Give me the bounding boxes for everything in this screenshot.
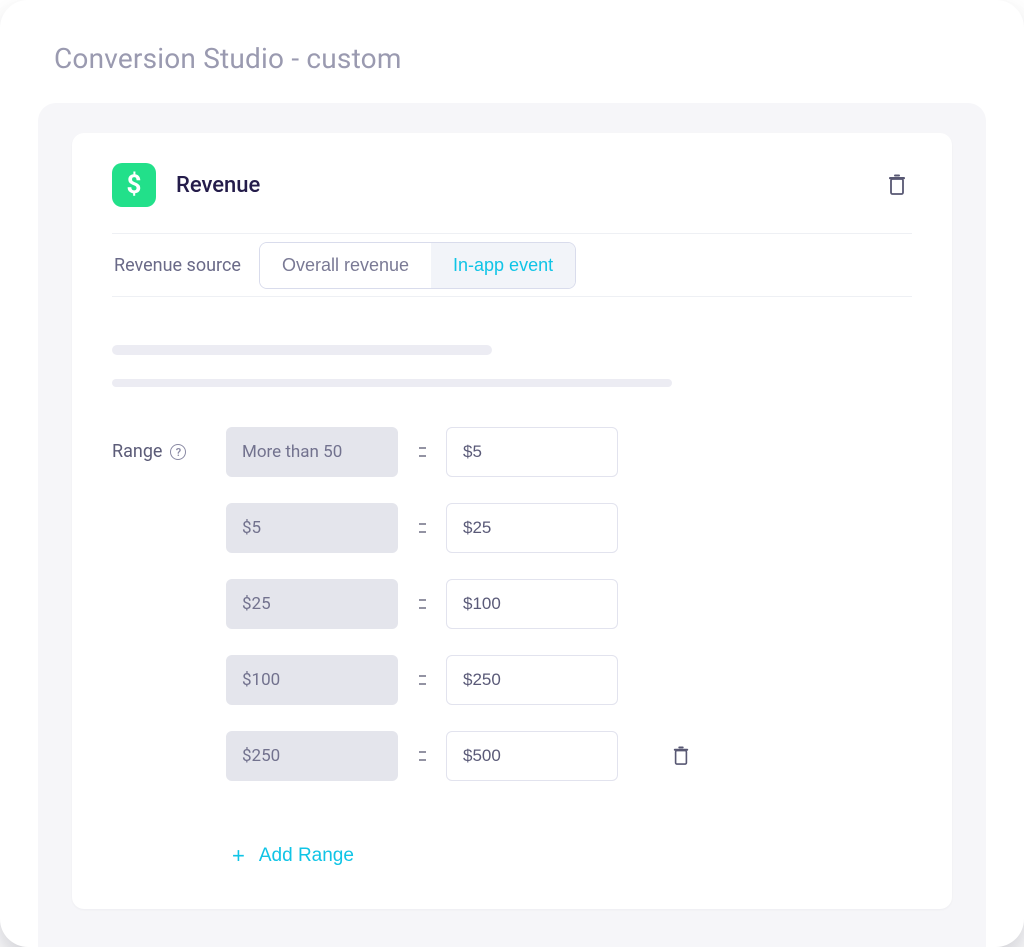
source-option-overall[interactable]: Overall revenue — [260, 243, 431, 288]
card-title: Revenue — [176, 173, 862, 198]
range-to-input[interactable] — [463, 594, 601, 614]
skeleton-line — [112, 345, 492, 355]
range-row: $250 — [226, 731, 696, 781]
range-label: Range ? — [112, 427, 208, 869]
range-separator-icon — [418, 751, 426, 760]
range-from-field: $25 — [226, 579, 398, 629]
range-to-field[interactable] — [446, 427, 618, 477]
range-to-field[interactable] — [446, 503, 618, 553]
range-to-field[interactable] — [446, 579, 618, 629]
range-to-input[interactable] — [463, 670, 601, 690]
range-from-field: $5 — [226, 503, 398, 553]
help-icon[interactable]: ? — [170, 444, 186, 460]
add-range-button[interactable]: + Add Range — [232, 843, 696, 869]
revenue-source-row: Revenue source Overall revenue In-app ev… — [112, 233, 912, 297]
range-separator-icon — [418, 523, 426, 532]
trash-icon — [672, 746, 690, 766]
delete-range-button[interactable] — [666, 741, 696, 771]
range-from-field: $250 — [226, 731, 398, 781]
dollar-glyph: $ — [127, 172, 142, 198]
range-separator-icon — [418, 599, 426, 608]
range-row: More than 50 — [226, 427, 696, 477]
card-header: $ Revenue — [112, 163, 912, 233]
source-option-inapp[interactable]: In-app event — [431, 243, 575, 288]
add-range-label: Add Range — [259, 845, 354, 867]
plus-icon: + — [232, 843, 245, 869]
range-label-text: Range — [112, 441, 162, 462]
range-row: $25 — [226, 579, 696, 629]
range-to-input[interactable] — [463, 518, 601, 538]
range-to-input[interactable] — [463, 442, 601, 462]
trash-icon — [887, 174, 907, 196]
range-to-field[interactable] — [446, 655, 618, 705]
range-from-field: More than 50 — [226, 427, 398, 477]
range-section: Range ? More than 50 $5 — [112, 427, 912, 869]
delete-card-button[interactable] — [882, 170, 912, 200]
revenue-card: $ Revenue Revenue source Overall revenue… — [72, 133, 952, 909]
content-panel: $ Revenue Revenue source Overall revenue… — [38, 103, 986, 947]
dollar-icon: $ — [112, 163, 156, 207]
range-row: $100 — [226, 655, 696, 705]
range-from-field: $100 — [226, 655, 398, 705]
revenue-source-label: Revenue source — [112, 255, 241, 276]
range-separator-icon — [418, 675, 426, 684]
range-row: $5 — [226, 503, 696, 553]
range-to-input[interactable] — [463, 746, 601, 766]
page-title: Conversion Studio - custom — [0, 0, 1024, 103]
revenue-source-toggle: Overall revenue In-app event — [259, 242, 576, 289]
placeholder-block — [112, 297, 912, 427]
range-separator-icon — [418, 447, 426, 456]
skeleton-line — [112, 379, 672, 387]
app-window: Conversion Studio - custom $ Revenue Rev… — [0, 0, 1024, 947]
range-rows: More than 50 $5 $25 — [226, 427, 696, 869]
range-to-field[interactable] — [446, 731, 618, 781]
